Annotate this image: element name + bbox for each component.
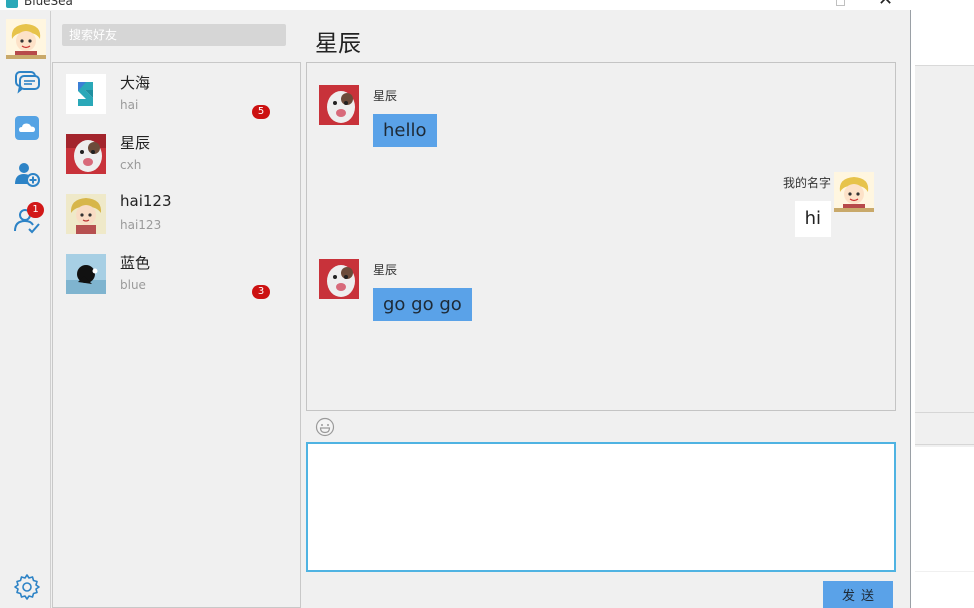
emoji-icon[interactable]	[315, 417, 335, 437]
message-bubble: hi	[794, 201, 831, 237]
cloud-icon[interactable]	[13, 114, 41, 142]
close-button[interactable]: ✕	[878, 0, 893, 9]
background-window	[911, 0, 974, 608]
contact-name: hai123	[120, 192, 172, 210]
contact-subtitle: hai	[120, 98, 139, 112]
background-input-area	[915, 447, 974, 571]
background-divider	[915, 412, 974, 413]
settings-icon[interactable]	[13, 572, 41, 600]
chat-title: 星辰	[315, 31, 361, 57]
contact-subtitle: cxh	[120, 158, 142, 172]
sender-avatar	[319, 85, 359, 125]
contact-item[interactable]: 蓝色 blue 3	[53, 246, 300, 306]
contact-avatar	[66, 194, 106, 234]
chat-icon[interactable]	[13, 68, 41, 96]
sender-name: 星辰	[373, 263, 398, 277]
message-area[interactable]: 星辰 hello 我的名字 hi 星辰 go go go	[306, 62, 896, 411]
contact-list: 大海 hai 5 星辰 cxh hai123 hai123 蓝色 blue 3	[52, 62, 301, 608]
maximize-button[interactable]	[836, 0, 845, 6]
contact-avatar	[66, 254, 106, 294]
contact-item[interactable]: hai123 hai123	[53, 186, 300, 246]
contact-item[interactable]: 大海 hai 5	[53, 66, 300, 126]
background-divider	[915, 444, 974, 445]
message-bubble: hello	[373, 114, 437, 147]
contact-avatar	[66, 74, 106, 114]
search-input[interactable]	[62, 24, 286, 46]
unread-badge: 3	[252, 285, 270, 299]
notification-badge: 1	[27, 202, 44, 218]
window-title: BlueSea	[24, 0, 73, 8]
contacts-panel: 大海 hai 5 星辰 cxh	[52, 11, 301, 608]
sender-name: 星辰	[373, 89, 398, 103]
contact-name: 星辰	[120, 134, 151, 152]
my-avatar	[834, 172, 874, 212]
contact-name: 大海	[120, 74, 151, 92]
side-rail: 1	[0, 11, 51, 608]
contact-subtitle: hai123	[120, 218, 162, 232]
contact-item[interactable]: 星辰 cxh	[53, 126, 300, 186]
app-logo-icon	[6, 0, 18, 8]
sender-name: 我的名字	[782, 176, 831, 190]
contact-avatar	[66, 134, 106, 174]
message-input[interactable]	[306, 442, 896, 572]
message-bubble: go go go	[373, 288, 472, 321]
contact-subtitle: blue	[120, 278, 146, 292]
contact-name: 蓝色	[120, 254, 151, 272]
app-window: BlueSea ✕	[0, 0, 911, 608]
add-user-icon[interactable]	[13, 160, 41, 188]
unread-badge: 5	[252, 105, 270, 119]
my-avatar[interactable]	[6, 19, 46, 59]
sender-avatar	[319, 259, 359, 299]
send-button[interactable]: 发送	[823, 581, 893, 608]
title-bar: BlueSea ✕	[0, 0, 911, 10]
